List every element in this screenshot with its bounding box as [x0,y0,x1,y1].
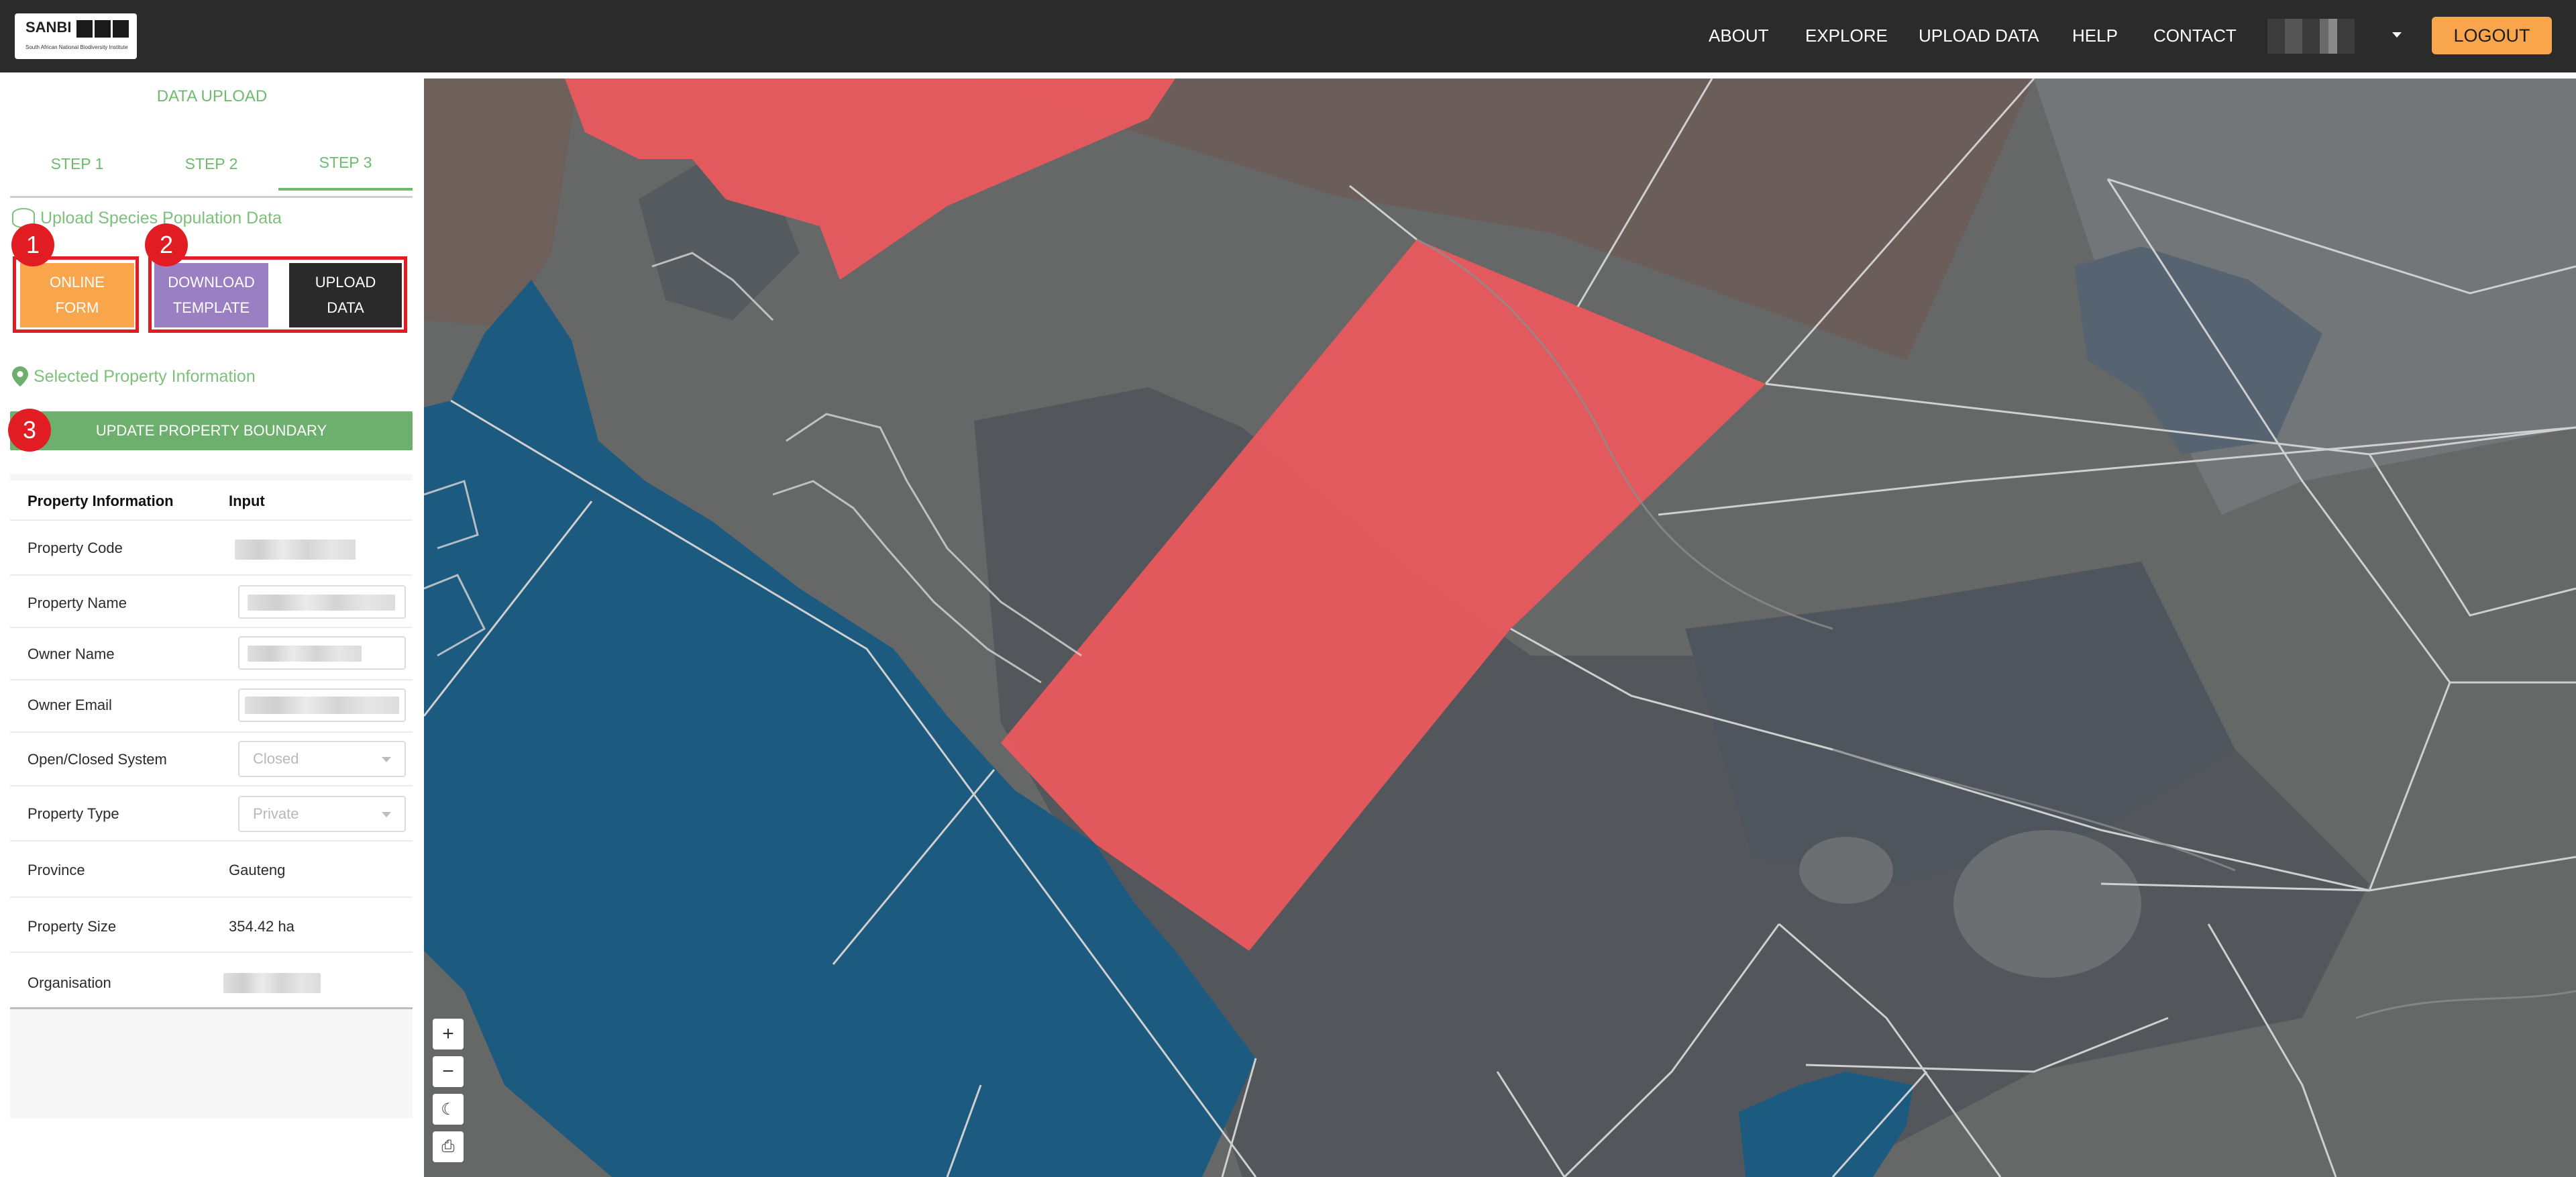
owner-name-input[interactable] [238,636,406,670]
upload-data-label-2: DATA [327,299,364,316]
online-form-button[interactable]: ONLINE FORM [20,263,134,327]
download-template-label-1: DOWNLOAD [168,274,255,291]
logo-icons [76,20,129,38]
row-label-property-type: Property Type [28,805,119,822]
step-badge-1: 1 [11,223,54,266]
table-header-input: Input [229,493,265,509]
organisation-value-redacted [223,973,321,993]
nav-explore[interactable]: EXPLORE [1805,25,1888,46]
tabs-divider [10,196,413,198]
upload-data-label-1: UPLOAD [315,274,376,291]
province-value: Gauteng [229,862,286,878]
table-row: Owner Email [10,680,413,733]
tab-step-1[interactable]: STEP 1 [10,137,144,191]
dark-mode-moon-icon[interactable]: ☾ [433,1094,464,1125]
nav-help[interactable]: HELP [2072,25,2118,46]
row-label-property-size: Property Size [28,918,117,935]
zoom-in-button[interactable]: + [433,1019,464,1050]
nav-about[interactable]: ABOUT [1709,25,1769,46]
table-row: Property Type Private [10,786,413,841]
table-row: Organisation [10,953,413,1009]
row-label-owner-name: Owner Name [28,646,115,662]
user-avatar[interactable] [2267,19,2355,54]
table-header: Property Information Input [10,480,413,521]
owner-email-input[interactable] [238,688,406,722]
data-upload-sidebar: DATA UPLOAD STEP 1 STEP 2 STEP 3 Upload … [0,72,424,1177]
top-navbar: SANBI South African National Biodiversit… [0,0,2576,72]
logo-text: SANBI [25,19,72,36]
property-table: Property Information Input Property Code… [10,474,413,1118]
location-pin-icon [12,366,28,387]
table-row: Property Code [10,521,413,576]
online-form-label-2: FORM [55,299,99,316]
logout-button[interactable]: LOGOUT [2432,17,2552,54]
table-row: Property Size 354.42 ha [10,898,413,953]
row-label-organisation: Organisation [28,974,111,991]
property-size-value: 354.42 ha [229,918,294,935]
zoom-out-button[interactable]: − [433,1056,464,1087]
nav-contact[interactable]: CONTACT [2153,25,2237,46]
row-label-property-code: Property Code [28,540,123,556]
table-row: Owner Name [10,628,413,680]
user-menu-caret-icon[interactable] [2392,32,2402,38]
row-label-owner-email: Owner Email [28,697,112,713]
update-property-boundary-button[interactable]: UPDATE PROPERTY BOUNDARY [10,411,413,450]
chevron-down-icon [382,812,391,817]
step-tabs: STEP 1 STEP 2 STEP 3 [10,137,413,191]
open-closed-system-value: Closed [253,750,299,767]
sidebar-title: DATA UPLOAD [156,87,268,105]
download-template-label-2: TEMPLATE [172,299,250,316]
row-label-province: Province [28,862,85,878]
tab-step-2[interactable]: STEP 2 [144,137,278,191]
property-type-value: Private [253,805,299,822]
property-code-value-redacted [235,540,356,560]
nav-upload-data[interactable]: UPLOAD DATA [1919,25,2039,46]
tab-step-3[interactable]: STEP 3 [278,137,413,191]
property-section-heading: Selected Property Information [12,366,256,387]
upload-section-heading: Upload Species Population Data [12,208,282,228]
step-badge-2: 2 [145,223,188,266]
property-section-label: Selected Property Information [34,366,256,386]
table-row: Open/Closed System Closed [10,733,413,786]
sanbi-logo[interactable]: SANBI South African National Biodiversit… [15,13,137,59]
table-header-property-information: Property Information [28,493,174,509]
map-canvas[interactable] [424,79,2576,1177]
logo-subtitle: South African National Biodiversity Inst… [25,44,128,50]
download-template-button[interactable]: DOWNLOAD TEMPLATE [154,263,268,327]
table-row: Property Name [10,576,413,628]
map-layers[interactable] [424,79,2576,1177]
table-row: Province Gauteng [10,841,413,898]
upload-data-button[interactable]: UPLOAD DATA [289,263,402,327]
property-type-select[interactable]: Private [238,796,406,832]
row-label-open-closed-system: Open/Closed System [28,751,167,768]
chevron-down-icon [382,757,391,762]
property-name-input[interactable] [238,585,406,619]
online-form-label-1: ONLINE [50,274,105,291]
open-closed-system-select[interactable]: Closed [238,741,406,777]
row-label-property-name: Property Name [28,595,127,611]
print-icon[interactable]: ⎙ [433,1131,464,1162]
step-badge-3: 3 [8,409,51,452]
